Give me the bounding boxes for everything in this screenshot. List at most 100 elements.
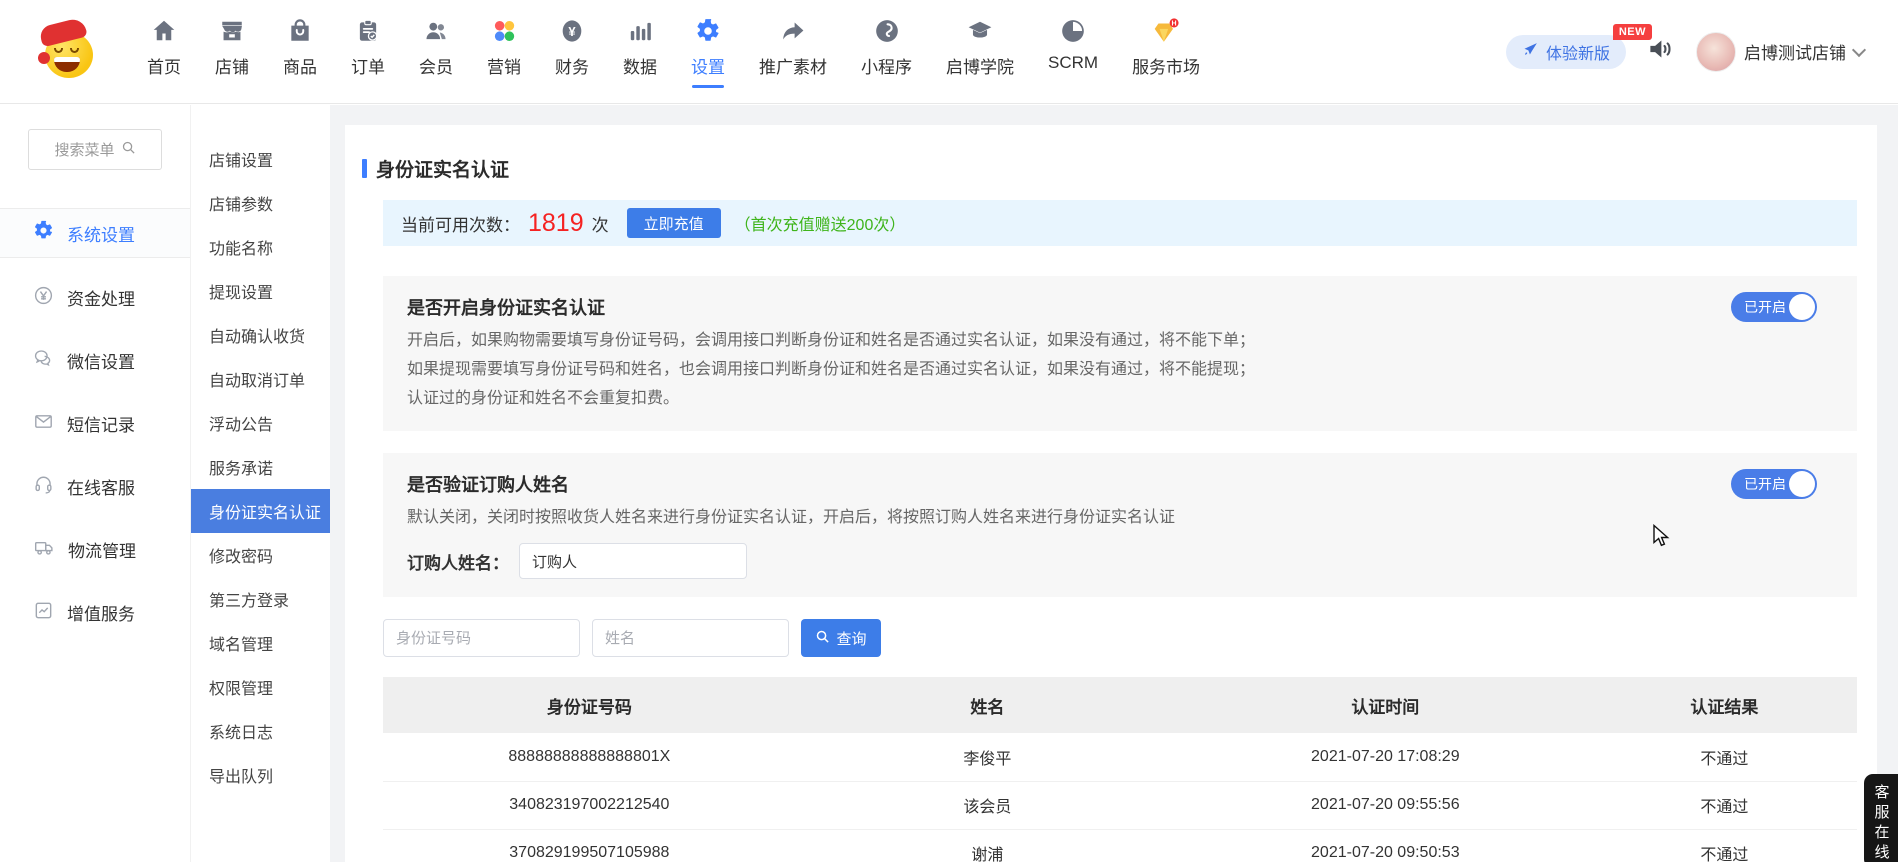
submenu-item-feature-names[interactable]: 功能名称 (191, 225, 330, 269)
nav-item-scrm[interactable]: SCRM (1031, 16, 1115, 73)
nav-item-home[interactable]: 首页 (130, 16, 198, 78)
cell-time: 2021-07-20 17:08:29 (1179, 733, 1592, 781)
table-header-row: 身份证号码 姓名 认证时间 认证结果 (383, 677, 1857, 733)
menu-search-input[interactable]: 搜索菜单 (28, 129, 162, 170)
submenu-item-auto-cancel[interactable]: 自动取消订单 (191, 357, 330, 401)
cell-id: 370829199507105988 (383, 829, 796, 862)
try-new-version-button[interactable]: 体验新版 NEW (1506, 35, 1626, 69)
query-button[interactable]: 查询 (801, 619, 881, 657)
submenu-item-permission-management[interactable]: 权限管理 (191, 665, 330, 709)
nav-item-service-market[interactable]: H 服务市场 (1115, 16, 1217, 78)
search-row: 查询 (383, 619, 1857, 657)
sidebar-item-sms[interactable]: 短信记录 (0, 392, 190, 455)
bonus-note: （首次充值赠送200次） (735, 211, 906, 235)
quota-count: 1819 (528, 209, 584, 238)
page-title: 身份证实名认证 (376, 155, 509, 182)
submenu-item-system-logs[interactable]: 系统日志 (191, 709, 330, 753)
submenu-item-service-promise[interactable]: 服务承诺 (191, 445, 330, 489)
auth-enabled-toggle[interactable]: 已开启 (1731, 292, 1817, 322)
primary-sidebar: 搜索菜单 系统设置 资金处理 微信设置 短信记录 在线客服 物流管理 (0, 105, 190, 862)
title-accent-bar (362, 159, 367, 178)
col-header-time: 认证时间 (1179, 677, 1592, 733)
section-description: 默认关闭，关闭时按照收货人姓名来进行身份证实名认证，开启后，将按照订购人姓名来进… (407, 503, 1833, 532)
col-header-name: 姓名 (796, 677, 1179, 733)
sidebar-item-logistics[interactable]: 物流管理 (0, 518, 190, 581)
nav-item-miniprogram[interactable]: 小程序 (844, 16, 929, 78)
submenu-item-export-queue[interactable]: 导出队列 (191, 753, 330, 797)
section-title: 是否验证订购人姓名 (407, 471, 1833, 497)
nav-item-academy[interactable]: 启博学院 (929, 16, 1031, 78)
cell-id: 88888888888888801X (383, 733, 796, 781)
marketing-flower-icon (491, 16, 517, 44)
nav-item-shop[interactable]: 店铺 (198, 16, 266, 78)
toggle-knob (1789, 471, 1815, 497)
submenu-item-shop-params[interactable]: 店铺参数 (191, 181, 330, 225)
purchaser-name-toggle[interactable]: 已开启 (1731, 469, 1817, 499)
nav-item-data[interactable]: 数据 (606, 16, 674, 78)
yen-circle-icon (33, 285, 54, 311)
search-icon (121, 140, 136, 159)
purchaser-name-section: 是否验证订购人姓名 默认关闭，关闭时按照收货人姓名来进行身份证实名认证，开启后，… (383, 453, 1857, 597)
nav-item-members[interactable]: 会员 (402, 16, 470, 78)
cell-result: 不通过 (1592, 781, 1857, 829)
order-clipboard-icon (355, 16, 381, 44)
pie-clock-icon (1060, 16, 1086, 44)
col-header-result: 认证结果 (1592, 677, 1857, 733)
quota-banner: 当前可用次数： 1819 次 立即充值 （首次充值赠送200次） (383, 200, 1857, 246)
section-description: 认证过的身份证和姓名不会重复扣费。 (407, 384, 1833, 413)
submenu-item-auto-confirm[interactable]: 自动确认收货 (191, 313, 330, 357)
graduation-cap-icon (967, 16, 993, 44)
secondary-sidebar: 店铺设置 店铺参数 功能名称 提现设置 自动确认收货 自动取消订单 浮动公告 服… (190, 105, 330, 862)
yen-finance-icon: ¥ (559, 16, 585, 44)
sidebar-item-funds[interactable]: 资金处理 (0, 266, 190, 329)
avatar (1696, 32, 1736, 72)
cell-name: 李俊平 (796, 733, 1179, 781)
gem-icon: H (1152, 16, 1180, 44)
col-header-id: 身份证号码 (383, 677, 796, 733)
quota-label: 当前可用次数： (401, 211, 520, 236)
sidebar-item-value-added[interactable]: 增值服务 (0, 581, 190, 644)
nav-item-settings[interactable]: 设置 (674, 16, 742, 88)
nav-item-marketing[interactable]: 营销 (470, 16, 538, 78)
new-badge: NEW (1613, 24, 1652, 40)
recharge-button[interactable]: 立即充值 (627, 208, 721, 238)
id-number-input[interactable] (383, 619, 580, 657)
section-title: 是否开启身份证实名认证 (407, 294, 1833, 320)
sidebar-item-system-settings[interactable]: 系统设置 (0, 208, 190, 258)
cell-result: 不通过 (1592, 733, 1857, 781)
nav-item-orders[interactable]: 订单 (334, 16, 402, 78)
submenu-item-shop-settings[interactable]: 店铺设置 (191, 137, 330, 181)
submenu-item-id-verification[interactable]: 身份证实名认证 (191, 489, 330, 533)
content-card: 身份证实名认证 当前可用次数： 1819 次 立即充值 （首次充值赠送200次）… (345, 125, 1877, 862)
cell-result: 不通过 (1592, 829, 1857, 862)
main-content: 身份证实名认证 当前可用次数： 1819 次 立即充值 （首次充值赠送200次）… (330, 105, 1898, 862)
submenu-item-change-password[interactable]: 修改密码 (191, 533, 330, 577)
quota-unit: 次 (592, 211, 609, 236)
cell-time: 2021-07-20 09:50:53 (1179, 829, 1592, 862)
nav-item-products[interactable]: 商品 (266, 16, 334, 78)
miniprogram-icon (874, 16, 900, 44)
top-nav: 首页 店铺 商品 订单 会员 营销 (0, 0, 1898, 104)
customer-service-badge[interactable]: 客服在线 (1864, 774, 1898, 862)
shopping-bag-icon (287, 16, 313, 44)
submenu-item-third-party-login[interactable]: 第三方登录 (191, 577, 330, 621)
rocket-icon (1522, 41, 1539, 63)
account-menu[interactable]: 启博测试店铺 (1696, 32, 1864, 72)
members-icon (423, 16, 449, 44)
main-nav: 首页 店铺 商品 订单 会员 营销 (130, 16, 1217, 88)
share-arrow-icon (780, 16, 806, 44)
submenu-item-domain-management[interactable]: 域名管理 (191, 621, 330, 665)
svg-text:H: H (1172, 20, 1177, 27)
sidebar-item-wechat[interactable]: 微信设置 (0, 329, 190, 392)
brand-logo[interactable] (42, 24, 98, 80)
chevron-down-icon (1852, 42, 1866, 56)
name-input[interactable] (592, 619, 789, 657)
sidebar-item-online-service[interactable]: 在线客服 (0, 455, 190, 518)
purchaser-name-input[interactable] (519, 543, 747, 579)
submenu-item-withdraw-settings[interactable]: 提现设置 (191, 269, 330, 313)
section-description: 如果提现需要填写身份证号码和姓名，也会调用接口判断身份证和姓名是否通过实名认证，… (407, 355, 1833, 384)
gear-icon (33, 220, 54, 246)
nav-item-finance[interactable]: ¥ 财务 (538, 16, 606, 78)
submenu-item-floating-notice[interactable]: 浮动公告 (191, 401, 330, 445)
nav-item-promo-materials[interactable]: 推广素材 (742, 16, 844, 78)
